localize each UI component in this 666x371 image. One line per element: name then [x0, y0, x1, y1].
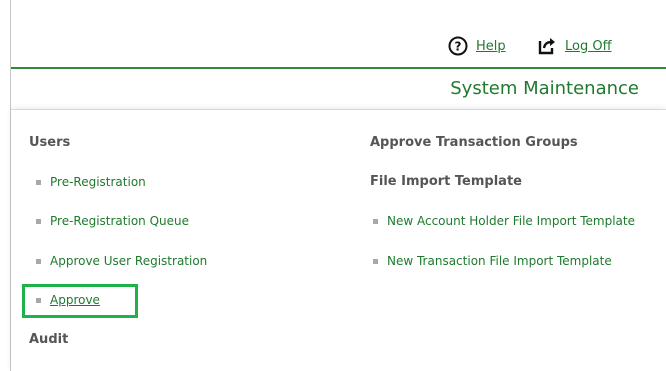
file-import-template-heading: File Import Template: [370, 174, 522, 189]
help-link[interactable]: ? Help: [448, 36, 506, 56]
logoff-icon: [538, 38, 555, 55]
approve-transaction-groups-heading[interactable]: Approve Transaction Groups: [370, 135, 578, 150]
menu-item-approve-user-registration[interactable]: Approve User Registration: [36, 254, 207, 268]
bullet-icon: [36, 179, 41, 185]
highlight-box: [22, 284, 138, 318]
menu-item-label[interactable]: Approve User Registration: [50, 254, 207, 268]
menu-item-label[interactable]: Pre-Registration: [50, 175, 146, 189]
audit-heading[interactable]: Audit: [29, 332, 68, 347]
system-maintenance-header: System Maintenance: [11, 69, 666, 110]
page-title: System Maintenance: [450, 78, 639, 99]
menu-item-pre-registration-queue[interactable]: Pre-Registration Queue: [36, 214, 189, 228]
menu-item-label[interactable]: New Transaction File Import Template: [387, 254, 612, 268]
bullet-icon: [373, 258, 378, 264]
bullet-icon: [373, 218, 378, 224]
svg-text:?: ?: [455, 40, 462, 54]
logoff-link[interactable]: Log Off: [537, 36, 612, 56]
menu-item-pre-registration[interactable]: Pre-Registration: [36, 175, 146, 189]
users-heading: Users: [29, 135, 71, 150]
bullet-icon: [36, 258, 41, 264]
help-icon: ?: [448, 36, 468, 56]
app-frame: ? Help Log Off System Maintenance Users …: [10, 0, 666, 371]
menu-item-label[interactable]: New Account Holder File Import Template: [387, 214, 635, 228]
menu-panel: Users Pre-Registration Pre-Registration …: [11, 110, 666, 371]
menu-item-label[interactable]: Pre-Registration Queue: [50, 214, 189, 228]
logoff-link-label[interactable]: Log Off: [565, 39, 612, 54]
menu-item-new-account-holder-template[interactable]: New Account Holder File Import Template: [373, 214, 635, 228]
help-link-label[interactable]: Help: [476, 39, 506, 54]
menu-item-new-transaction-template[interactable]: New Transaction File Import Template: [373, 254, 612, 268]
top-bar: ? Help Log Off: [11, 0, 666, 69]
bullet-icon: [36, 218, 41, 224]
